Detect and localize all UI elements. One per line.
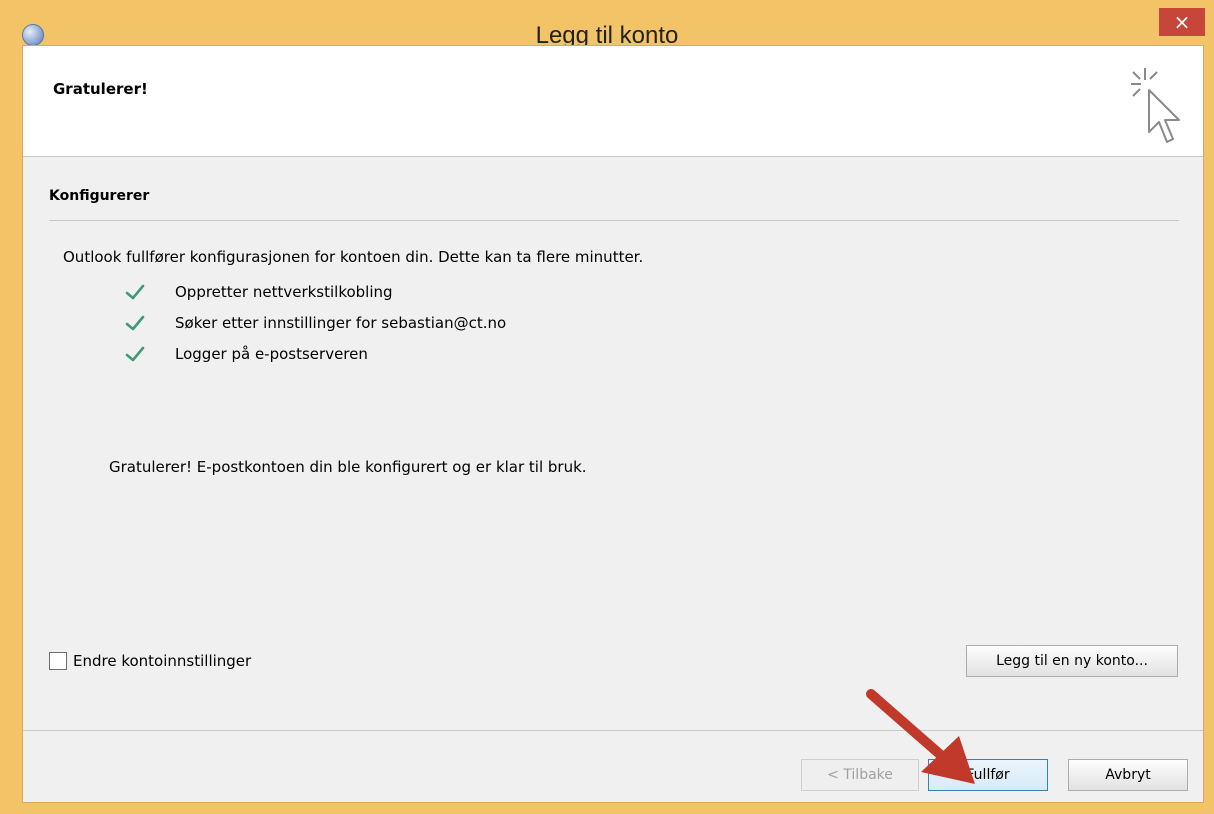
annotation-arrow-icon	[866, 689, 975, 784]
step-item: Logger på e-postserveren	[125, 344, 368, 368]
change-settings-checkbox[interactable]	[49, 652, 67, 670]
change-settings-label[interactable]: Endre kontoinnstillinger	[73, 652, 251, 670]
check-icon	[125, 284, 145, 300]
header-title: Gratulerer!	[53, 80, 148, 98]
section-title: Konfigurerer	[49, 188, 150, 204]
footer-divider	[23, 730, 1203, 731]
section-divider	[49, 220, 1179, 221]
cancel-button[interactable]: Avbryt	[1068, 759, 1188, 791]
close-button[interactable]: ×	[1159, 8, 1205, 36]
step-label: Logger på e-postserveren	[175, 345, 368, 363]
cursor-click-icon	[1131, 68, 1180, 143]
add-new-account-button[interactable]: Legg til en ny konto...	[966, 645, 1178, 677]
change-settings-option[interactable]: Endre kontoinnstillinger	[49, 652, 251, 670]
step-label: Søker etter innstillinger for sebastian@…	[175, 314, 507, 332]
header-band: Gratulerer!	[23, 46, 1203, 157]
step-item: Oppretter nettverkstilkobling	[125, 282, 393, 306]
configuration-description: Outlook fullfører konfigurasjonen for ko…	[63, 248, 644, 266]
step-label: Oppretter nettverkstilkobling	[175, 283, 393, 301]
add-account-dialog: Legg til konto × Gratulerer! Konfigurere…	[0, 0, 1214, 814]
check-icon	[125, 346, 145, 362]
title-bar[interactable]: Legg til konto ×	[0, 0, 1214, 49]
check-icon	[125, 315, 145, 331]
dialog-body: Gratulerer! Konfigurerer Outlook fullfør…	[22, 45, 1204, 803]
step-item: Søker etter innstillinger for sebastian@…	[125, 313, 506, 337]
result-message: Gratulerer! E-postkontoen din ble konfig…	[109, 458, 587, 476]
